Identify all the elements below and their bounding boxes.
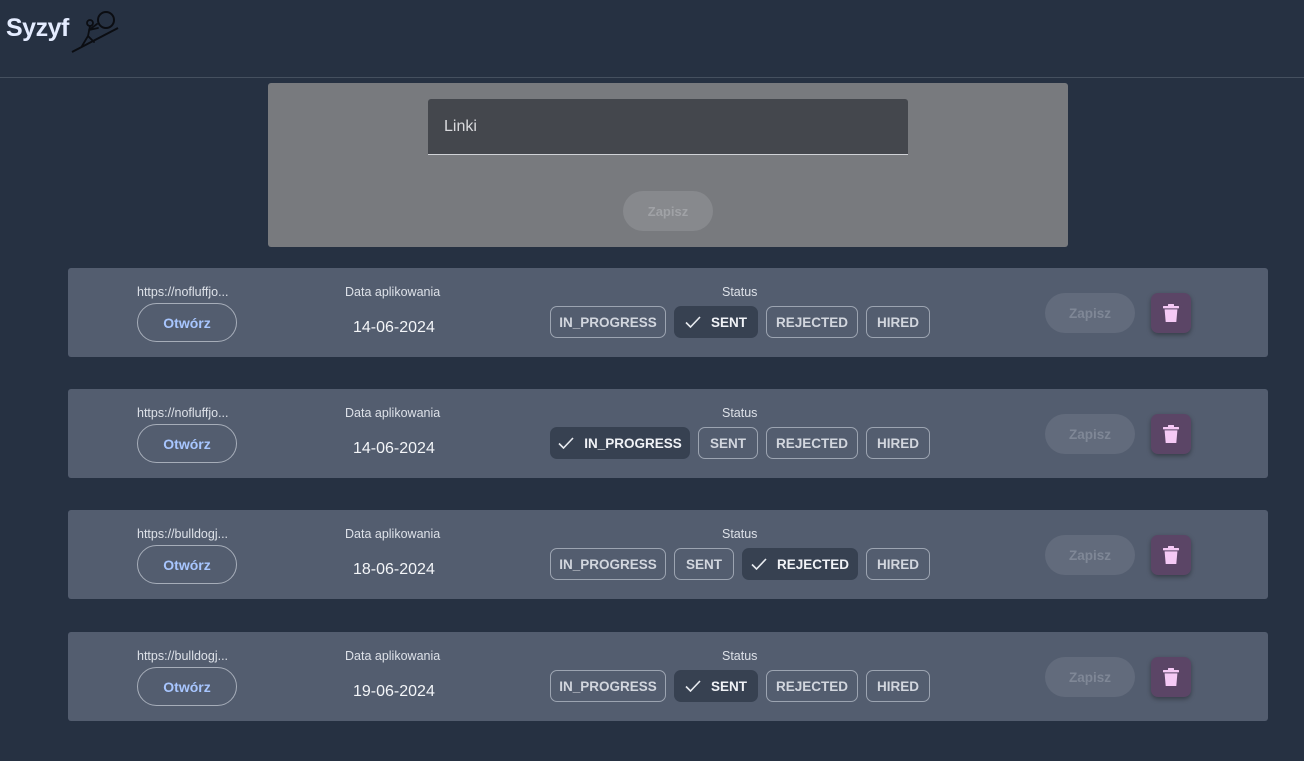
delete-application-button[interactable] (1151, 293, 1191, 333)
status-chip-label: IN_PROGRESS (584, 435, 682, 451)
save-application-button[interactable]: Zapisz (1045, 657, 1135, 697)
status-chip-sent[interactable]: SENT (674, 670, 758, 702)
application-date: 19-06-2024 (353, 683, 435, 700)
status-chip-label: HIRED (876, 556, 919, 572)
status-chip-hired[interactable]: HIRED (866, 548, 930, 580)
delete-application-button[interactable] (1151, 535, 1191, 575)
date-label: Data aplikowania (345, 406, 441, 420)
status-chip-sent[interactable]: SENT (698, 427, 758, 459)
application-date: 18-06-2024 (353, 561, 435, 578)
save-links-button[interactable]: Zapisz (623, 191, 713, 231)
status-chip-label: SENT (685, 556, 722, 572)
application-date: 14-06-2024 (353, 440, 435, 457)
open-link-button[interactable]: Otwórz (137, 667, 237, 706)
status-chip-in-progress[interactable]: IN_PROGRESS (550, 306, 666, 338)
status-chip-label: HIRED (876, 435, 919, 451)
check-icon (751, 558, 767, 570)
status-chip-rejected[interactable]: REJECTED (766, 670, 858, 702)
status-chip-label: REJECTED (776, 556, 849, 572)
save-application-button[interactable]: Zapisz (1045, 293, 1135, 333)
delete-application-button[interactable] (1151, 414, 1191, 454)
status-chip-label: REJECTED (775, 678, 848, 694)
status-chip-label: IN_PROGRESS (559, 556, 657, 572)
links-input[interactable] (428, 99, 908, 154)
status-chip-in-progress[interactable]: IN_PROGRESS (550, 427, 690, 459)
application-url: https://nofluffjo... (137, 406, 229, 420)
status-chip-hired[interactable]: HIRED (866, 306, 930, 338)
trash-icon (1163, 304, 1179, 322)
application-url: https://bulldogj... (137, 649, 229, 663)
status-chip-label: REJECTED (775, 314, 848, 330)
links-field (428, 99, 908, 155)
status-chip-label: HIRED (876, 678, 919, 694)
application-row: https://bulldogj... Otwórz Data aplikowani… (68, 632, 1268, 721)
application-date: 14-06-2024 (353, 319, 435, 336)
trash-icon (1163, 668, 1179, 686)
date-label: Data aplikowania (345, 649, 441, 663)
status-label: Status (722, 285, 758, 299)
application-row: https://bulldogj... Otwórz Data aplikowani… (68, 510, 1268, 599)
open-link-button[interactable]: Otwórz (137, 545, 237, 584)
status-chip-rejected[interactable]: REJECTED (766, 306, 858, 338)
trash-icon (1163, 425, 1179, 443)
check-icon (558, 437, 574, 449)
status-chip-rejected[interactable]: REJECTED (742, 548, 858, 580)
status-chip-label: HIRED (876, 314, 919, 330)
status-chip-sent[interactable]: SENT (674, 548, 734, 580)
app-title: Syzyf (6, 14, 69, 42)
application-url: https://nofluffjo... (137, 285, 229, 299)
status-chip-sent[interactable]: SENT (674, 306, 758, 338)
status-chip-label: SENT (710, 314, 747, 330)
sisyphus-boulder-icon (71, 11, 119, 53)
status-chip-in-progress[interactable]: IN_PROGRESS (550, 548, 666, 580)
application-row: https://nofluffjo... Otwórz Data aplikowan… (68, 268, 1268, 357)
status-chip-label: IN_PROGRESS (559, 314, 657, 330)
status-chip-hired[interactable]: HIRED (866, 427, 930, 459)
delete-application-button[interactable] (1151, 657, 1191, 697)
status-chip-label: IN_PROGRESS (559, 678, 657, 694)
status-label: Status (722, 649, 758, 663)
application-url: https://bulldogj... (137, 527, 229, 541)
app-header: Syzyf (0, 0, 1304, 78)
save-application-button[interactable]: Zapisz (1045, 414, 1135, 454)
check-icon (685, 680, 701, 692)
save-application-button[interactable]: Zapisz (1045, 535, 1135, 575)
open-link-button[interactable]: Otwórz (137, 303, 237, 342)
date-label: Data aplikowania (345, 285, 441, 299)
status-chip-hired[interactable]: HIRED (866, 670, 930, 702)
status-label: Status (722, 406, 758, 420)
status-chip-in-progress[interactable]: IN_PROGRESS (550, 670, 666, 702)
open-link-button[interactable]: Otwórz (137, 424, 237, 463)
check-icon (685, 316, 701, 328)
status-chip-label: SENT (710, 678, 747, 694)
status-chip-label: SENT (709, 435, 746, 451)
application-row: https://nofluffjo... Otwórz Data aplikowan… (68, 389, 1268, 478)
date-label: Data aplikowania (345, 527, 441, 541)
status-chip-label: REJECTED (775, 435, 848, 451)
status-chip-rejected[interactable]: REJECTED (766, 427, 858, 459)
add-links-panel: Zapisz (268, 83, 1068, 247)
status-label: Status (722, 527, 758, 541)
trash-icon (1163, 546, 1179, 564)
